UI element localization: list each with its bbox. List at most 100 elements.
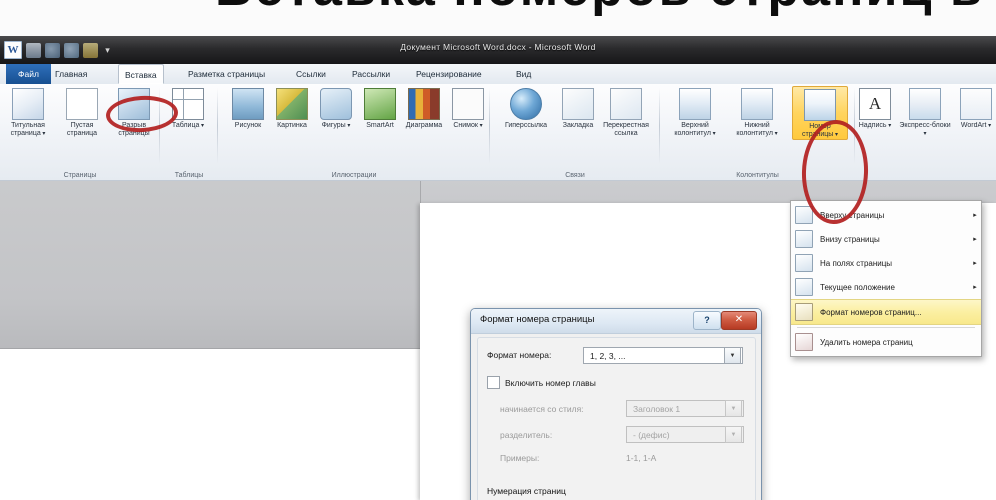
dialog-body: Формат номера: 1, 2, 3, ... ▼ Включить н…	[477, 337, 756, 500]
ribbon-button-textbox[interactable]: A Надпись ▾	[852, 88, 898, 130]
ribbon-button-page-number[interactable]: Номер страницы ▾	[792, 86, 848, 140]
ribbon-button-table[interactable]: Таблица ▾	[162, 88, 214, 130]
menu-label-page-margins: На полях страницы	[820, 258, 893, 268]
ribbon-label-bookmark: Закладка	[562, 122, 594, 129]
ribbon: Страницы Таблицы Иллюстрации Связи Колон…	[0, 84, 996, 181]
tab-razmetka[interactable]: Разметка страницы	[188, 64, 265, 84]
ribbon-label-cover-page: Титульная страница ▾	[10, 122, 46, 137]
chart-icon	[408, 88, 440, 120]
window-title: Документ Microsoft Word.docx - Microsoft…	[400, 42, 596, 52]
include-chapter-checkbox[interactable]	[487, 376, 500, 389]
ribbon-label-header: Верхний колонтитул ▾	[674, 122, 716, 137]
format-page-numbers-icon	[795, 303, 813, 321]
menu-label-top-of-page: Вверху страницы	[820, 210, 885, 220]
ribbon-button-wordart[interactable]: WordArt ▾	[956, 88, 996, 130]
ribbon-button-bookmark[interactable]: Закладка	[552, 88, 604, 130]
separator-value: - (дефис)	[633, 429, 670, 440]
menu-label-format-page-numbers: Формат номеров страниц...	[820, 307, 922, 317]
crossreference-icon	[610, 88, 642, 120]
menu-item-remove-page-numbers[interactable]: Удалить номера страниц	[791, 330, 981, 354]
chevron-down-icon[interactable]: ▼	[724, 347, 741, 364]
cropped-heading-text: Вставка номеров страниц в Word	[215, 0, 996, 18]
bottom-of-page-icon	[795, 230, 813, 248]
group-label-illustracii: Иллюстрации	[331, 172, 377, 179]
cropped-heading-strip: Вставка номеров страниц в Word	[0, 0, 996, 36]
tab-ssylki[interactable]: Ссылки	[296, 64, 326, 84]
header-icon	[679, 88, 711, 120]
ribbon-tab-strip: Файл Главная Вставка Разметка страницы С…	[0, 64, 996, 85]
tab-glavnaya[interactable]: Главная	[55, 64, 87, 84]
screenshot-icon	[452, 88, 484, 120]
bookmark-icon	[562, 88, 594, 120]
page-number-format-dialog[interactable]: Формат номера страницы ? ✕ Формат номера…	[470, 308, 762, 500]
ribbon-button-quickparts[interactable]: Экспресс-блоки ▾	[898, 88, 952, 138]
chevron-down-icon[interactable]: ▼	[725, 426, 742, 443]
tab-rassylki[interactable]: Рассылки	[352, 64, 390, 84]
ribbon-label-crossreference: Перекрестная ссылка	[603, 122, 649, 137]
start-style-value: Заголовок 1	[633, 403, 681, 414]
tab-vid[interactable]: Вид	[516, 64, 531, 84]
start-style-label: начинается со стиля:	[500, 404, 584, 414]
textbox-icon: A	[859, 88, 891, 120]
remove-page-numbers-icon	[795, 333, 813, 351]
ribbon-label-screenshot: Снимок ▾	[453, 122, 483, 129]
ribbon-button-cover-page[interactable]: Титульная страница ▾	[2, 88, 54, 138]
wordart-icon	[960, 88, 992, 120]
footer-icon	[741, 88, 773, 120]
tab-recenzirovanie[interactable]: Рецензирование	[416, 64, 482, 84]
ribbon-button-blank-page[interactable]: Пустая страница	[56, 88, 108, 138]
ribbon-label-page-number: Номер страницы ▾	[802, 123, 838, 138]
dialog-title: Формат номера страницы	[480, 314, 595, 325]
page-number-icon	[804, 89, 836, 121]
include-chapter-checkbox-row[interactable]: Включить номер главы	[487, 376, 596, 389]
chevron-right-icon: ▸	[973, 284, 977, 291]
menu-item-format-page-numbers[interactable]: Формат номеров страниц...	[791, 299, 981, 325]
ribbon-label-wordart: WordArt ▾	[960, 122, 992, 129]
shapes-icon	[320, 88, 352, 120]
page-number-dropdown-menu[interactable]: Вверху страницы ▸ Внизу страницы ▸ На по…	[790, 200, 982, 357]
current-position-icon	[795, 278, 813, 296]
menu-item-page-margins[interactable]: На полях страницы ▸	[791, 251, 981, 275]
ribbon-button-screenshot[interactable]: Снимок ▾	[442, 88, 494, 130]
menu-label-current-position: Текущее положение	[820, 282, 895, 292]
quickparts-icon	[909, 88, 941, 120]
menu-label-bottom-of-page: Внизу страницы	[820, 234, 880, 244]
ribbon-button-footer[interactable]: Нижний колонтитул ▾	[728, 88, 786, 138]
menu-item-bottom-of-page[interactable]: Внизу страницы ▸	[791, 227, 981, 251]
ribbon-label-hyperlink: Гиперссылка	[504, 122, 548, 129]
number-format-select[interactable]: 1, 2, 3, ... ▼	[583, 347, 743, 364]
start-style-select[interactable]: Заголовок 1 ▼	[626, 400, 744, 417]
tab-file[interactable]: Файл	[6, 64, 51, 84]
examples-label: Примеры:	[500, 453, 540, 463]
separator-select[interactable]: - (дефис) ▼	[626, 426, 744, 443]
ribbon-button-hyperlink[interactable]: Гиперссылка	[500, 88, 552, 130]
menu-item-top-of-page[interactable]: Вверху страницы ▸	[791, 203, 981, 227]
ribbon-label-footer: Нижний колонтитул ▾	[736, 122, 778, 137]
dialog-title-bar: Формат номера страницы ? ✕	[471, 309, 761, 334]
tab-vstavka[interactable]: Вставка	[118, 64, 164, 84]
group-label-tablicy: Таблицы	[174, 172, 204, 179]
picture-icon	[232, 88, 264, 120]
blank-page-icon	[66, 88, 98, 120]
help-icon[interactable]: ?	[693, 311, 721, 330]
ribbon-label-quickparts: Экспресс-блоки ▾	[899, 122, 951, 137]
chevron-right-icon: ▸	[973, 260, 977, 267]
ribbon-button-header[interactable]: Верхний колонтитул ▾	[666, 88, 724, 138]
ribbon-button-page-break[interactable]: Разрыв страницы	[108, 88, 160, 138]
ribbon-button-crossreference[interactable]: Перекрестная ссылка	[600, 88, 652, 138]
close-icon[interactable]: ✕	[721, 311, 757, 330]
numbering-group-title: Нумерация страниц	[487, 486, 566, 496]
ribbon-label-page-break: Разрыв страницы	[118, 122, 150, 137]
table-icon	[172, 88, 204, 120]
separator-label: разделитель:	[500, 430, 553, 440]
format-number-label: Формат номера:	[487, 350, 552, 360]
group-label-stranicy: Страницы	[63, 172, 97, 179]
ribbon-label-clipart: Картинка	[277, 122, 307, 129]
menu-item-current-position[interactable]: Текущее положение ▸	[791, 275, 981, 299]
examples-value: 1-1, 1-A	[626, 453, 657, 463]
ribbon-label-shapes: Фигуры ▾	[321, 122, 351, 129]
title-bar: W ▾ Документ Microsoft Word.docx - Micro…	[0, 36, 996, 64]
ribbon-label-textbox: Надпись ▾	[858, 122, 892, 129]
chevron-down-icon[interactable]: ▼	[725, 400, 742, 417]
chevron-right-icon: ▸	[973, 212, 977, 219]
